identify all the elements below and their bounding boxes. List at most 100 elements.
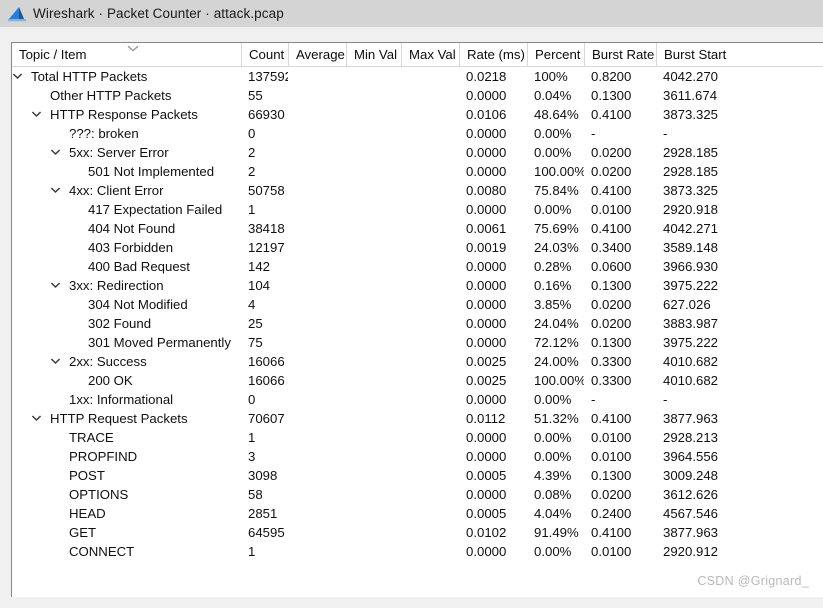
- cell-burst_start: 4567.546: [663, 506, 719, 521]
- tree-item-label: PROPFIND: [69, 449, 138, 464]
- table-row[interactable]: CONNECT 1 0.0000 0.00% 0.0100 2920.912: [12, 542, 823, 561]
- column-header-max_val[interactable]: Max Val: [401, 43, 459, 67]
- cell-max_val: [401, 143, 459, 162]
- cell-topic: Other HTTP Packets: [12, 86, 241, 105]
- table-row[interactable]: POST 3098 0.0005 4.39% 0.1300 3009.248: [12, 466, 823, 485]
- cell-min_val: [346, 447, 401, 466]
- cell-count: 38418: [248, 221, 285, 236]
- cell-topic: Total HTTP Packets: [12, 67, 241, 86]
- table-row[interactable]: 4xx: Client Error 50758 0.0080 75.84% 0.4100…: [12, 181, 823, 200]
- cell-burst_rate: 0.0200: [591, 487, 632, 502]
- cell-min_val: [346, 504, 401, 523]
- table-row[interactable]: 301 Moved Permanently 75 0.0000 72.12% 0.130…: [12, 333, 823, 352]
- tree-expander-expanded-icon[interactable]: [50, 281, 61, 289]
- column-header-average[interactable]: Average: [288, 43, 346, 67]
- table-row[interactable]: 1xx: Informational 0 0.0000 0.00% - -: [12, 390, 823, 409]
- table-row[interactable]: HTTP Request Packets 70607 0.0112 51.32% 0.4…: [12, 409, 823, 428]
- table-row[interactable]: 5xx: Server Error 2 0.0000 0.00% 0.0200 2928.…: [12, 143, 823, 162]
- cell-percent: 100%: [534, 69, 568, 84]
- cell-percent: 72.12%: [534, 335, 579, 350]
- table-row[interactable]: 302 Found 25 0.0000 24.04% 0.0200 3883.987: [12, 314, 823, 333]
- cell-average: [288, 219, 346, 238]
- cell-rate: 0.0025: [466, 354, 507, 369]
- table-row[interactable]: OPTIONS 58 0.0000 0.08% 0.0200 3612.626: [12, 485, 823, 504]
- table-row[interactable]: 200 OK 16066 0.0025 100.00% 0.3300 4010.682: [12, 371, 823, 390]
- dialog-body: Topic / Item Count Average Min Val Max Val Ra…: [0, 27, 823, 608]
- cell-topic: GET: [12, 523, 241, 542]
- cell-percent: 0.04%: [534, 88, 572, 103]
- cell-burst_rate: 0.4100: [591, 221, 632, 236]
- table-row[interactable]: ???: broken 0 0.0000 0.00% - -: [12, 124, 823, 143]
- tree-expander-expanded-icon[interactable]: [31, 414, 42, 422]
- table-row[interactable]: 2xx: Success 16066 0.0025 24.00% 0.3300 4010.…: [12, 352, 823, 371]
- table-row[interactable]: GET 64595 0.0102 91.49% 0.4100 3877.963: [12, 523, 823, 542]
- column-header-percent[interactable]: Percent: [527, 43, 584, 67]
- cell-average: [288, 371, 346, 390]
- table-row[interactable]: 400 Bad Request 142 0.0000 0.28% 0.0600 3966.…: [12, 257, 823, 276]
- table-row[interactable]: Other HTTP Packets 55 0.0000 0.04% 0.1300 361…: [12, 86, 823, 105]
- cell-burst_rate: 0.0100: [591, 430, 632, 445]
- table-row[interactable]: HEAD 2851 0.0005 4.04% 0.2400 4567.546: [12, 504, 823, 523]
- table-body: Total HTTP Packets 137592 0.0218 100% 0.8200…: [12, 67, 823, 597]
- cell-average: [288, 257, 346, 276]
- cell-percent: 3.85%: [534, 297, 572, 312]
- tree-item-label: 417 Expectation Failed: [88, 202, 223, 217]
- table-row[interactable]: 304 Not Modified 4 0.0000 3.85% 0.0200 627.02…: [12, 295, 823, 314]
- tree-item-label: HTTP Response Packets: [50, 107, 198, 122]
- table-row[interactable]: TRACE 1 0.0000 0.00% 0.0100 2928.213: [12, 428, 823, 447]
- tree-expander-expanded-icon[interactable]: [31, 110, 42, 118]
- cell-burst_start: 4042.271: [663, 221, 719, 236]
- cell-min_val: [346, 143, 401, 162]
- cell-rate: 0.0000: [466, 202, 507, 217]
- tree-item-label: 3xx: Redirection: [69, 278, 164, 293]
- cell-burst_rate: 0.1300: [591, 278, 632, 293]
- table-row[interactable]: 403 Forbidden 12197 0.0019 24.03% 0.3400 3589…: [12, 238, 823, 257]
- cell-min_val: [346, 86, 401, 105]
- column-header-burst_start[interactable]: Burst Start: [656, 43, 756, 67]
- column-header-count[interactable]: Count: [241, 43, 288, 67]
- cell-min_val: [346, 352, 401, 371]
- cell-percent: 51.32%: [534, 411, 579, 426]
- cell-rate: 0.0000: [466, 126, 507, 141]
- column-header-label: Burst Start: [664, 46, 727, 62]
- table-row[interactable]: 501 Not Implemented 2 0.0000 100.00% 0.0200 2…: [12, 162, 823, 181]
- cell-rate: 0.0000: [466, 316, 507, 331]
- tree-expander-expanded-icon[interactable]: [50, 186, 61, 194]
- cell-burst_start: 3873.325: [663, 183, 719, 198]
- table-row[interactable]: 417 Expectation Failed 1 0.0000 0.00% 0.0100…: [12, 200, 823, 219]
- cell-min_val: [346, 466, 401, 485]
- table-row[interactable]: Total HTTP Packets 137592 0.0218 100% 0.8200…: [12, 67, 823, 86]
- cell-percent: 0.08%: [534, 487, 572, 502]
- column-header-rate[interactable]: Rate (ms): [459, 43, 527, 67]
- tree-item-label: GET: [69, 525, 97, 540]
- column-header-topic[interactable]: Topic / Item: [12, 43, 241, 67]
- table-row[interactable]: PROPFIND 3 0.0000 0.00% 0.0100 3964.556: [12, 447, 823, 466]
- cell-average: [288, 542, 346, 561]
- tree-expander-expanded-icon[interactable]: [12, 72, 23, 80]
- tree-expander-expanded-icon[interactable]: [50, 148, 61, 156]
- cell-max_val: [401, 181, 459, 200]
- cell-topic: 404 Not Found: [12, 219, 241, 238]
- column-header-min_val[interactable]: Min Val: [346, 43, 401, 67]
- table-row[interactable]: 404 Not Found 38418 0.0061 75.69% 0.4100 4042…: [12, 219, 823, 238]
- cell-burst_start: -: [663, 392, 668, 407]
- cell-topic: PROPFIND: [12, 447, 241, 466]
- cell-min_val: [346, 124, 401, 143]
- column-header-burst_rate[interactable]: Burst Rate: [584, 43, 656, 67]
- wireshark-shark-fin-icon: [8, 6, 26, 21]
- cell-burst_rate: 0.3400: [591, 240, 632, 255]
- cell-min_val: [346, 276, 401, 295]
- tree-expander-expanded-icon[interactable]: [50, 357, 61, 365]
- table-row[interactable]: HTTP Response Packets 66930 0.0106 48.64% 0.…: [12, 105, 823, 124]
- cell-rate: 0.0005: [466, 468, 507, 483]
- cell-count: 2: [248, 164, 256, 179]
- cell-burst_start: 2928.213: [663, 430, 719, 445]
- table-row[interactable]: 3xx: Redirection 104 0.0000 0.16% 0.1300 3975…: [12, 276, 823, 295]
- tree-item-label: TRACE: [69, 430, 114, 445]
- cell-count: 70607: [248, 411, 285, 426]
- cell-rate: 0.0000: [466, 335, 507, 350]
- cell-average: [288, 67, 346, 86]
- cell-max_val: [401, 238, 459, 257]
- cell-topic: OPTIONS: [12, 485, 241, 504]
- tree-item-label: 501 Not Implemented: [88, 164, 215, 179]
